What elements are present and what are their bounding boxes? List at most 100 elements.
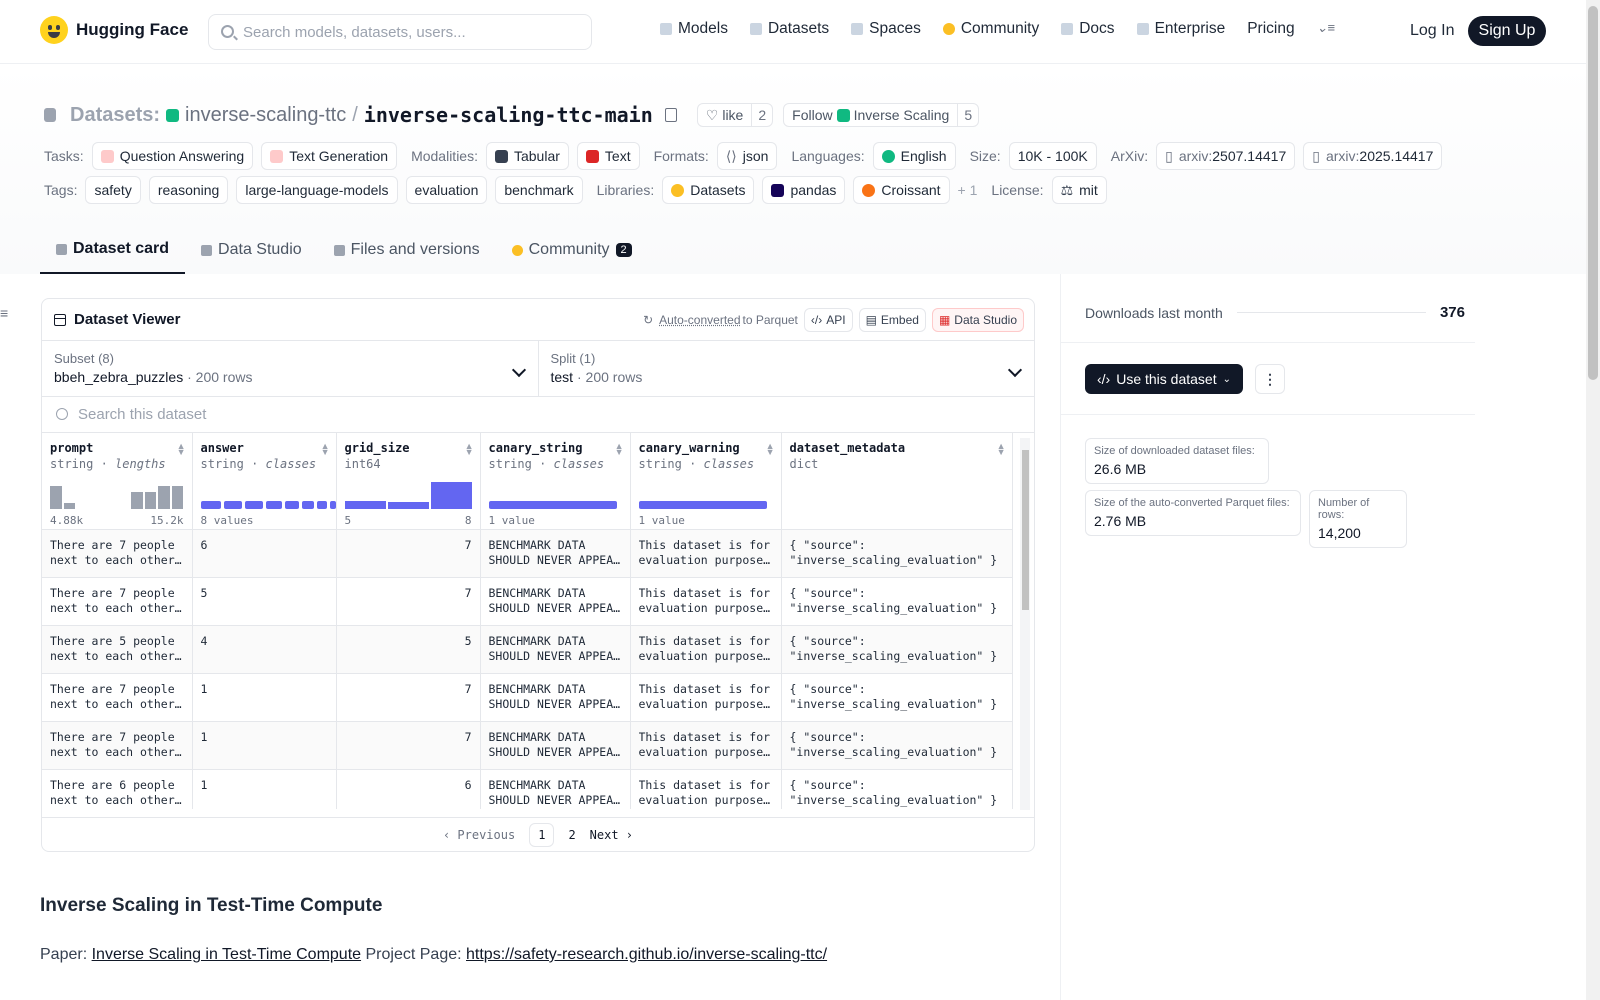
table-row[interactable]: There are 7 people next to each other in… [42, 673, 1013, 722]
tab-community[interactable]: Community 2 [496, 226, 648, 274]
table-cell[interactable]: 7 [336, 577, 481, 626]
more-options-button[interactable]: ⋮ [1255, 364, 1285, 394]
table-cell[interactable]: There are 7 people next to each other in… [42, 721, 193, 770]
task-tag[interactable]: Question Answering [91, 142, 254, 170]
global-search-input[interactable]: Search models, datasets, users... [208, 14, 592, 50]
table-cell[interactable]: BENCHMARK DATA SHOULD NEVER APPEAR IN TR… [480, 721, 631, 770]
library-tag[interactable]: pandas [762, 176, 846, 204]
table-row[interactable]: There are 7 people next to each other in… [42, 577, 1013, 626]
table-cell[interactable]: { "source": "inverse_scaling_evaluation"… [781, 769, 1013, 809]
table-cell[interactable]: 4 [192, 625, 337, 674]
column-header-answer[interactable]: answer string · classes ▲ ▼ 8 values [192, 433, 337, 530]
table-cell[interactable]: 6 [336, 769, 481, 809]
tag-chip[interactable]: large-language-models [236, 176, 398, 204]
auto-converted-link[interactable]: Auto-converted [659, 313, 740, 327]
dataset-search-input[interactable]: Search this dataset [42, 397, 1034, 433]
arxiv-tag[interactable]: ▯ arxiv: 2025.14417 [1303, 142, 1443, 170]
sort-icon[interactable]: ▲ ▼ [465, 442, 474, 457]
tab-files-and-versions[interactable]: Files and versions [318, 226, 496, 274]
table-cell[interactable]: There are 5 people next to each other in… [42, 625, 193, 674]
page-scrollbar-thumb[interactable] [1588, 6, 1598, 380]
login-link[interactable]: Log In [1410, 22, 1454, 40]
page-1-button[interactable]: 1 [529, 822, 555, 847]
table-cell[interactable]: { "source": "inverse_scaling_evaluation"… [781, 529, 1013, 578]
table-cell[interactable]: BENCHMARK DATA SHOULD NEVER APPEAR IN TR… [480, 673, 631, 722]
next-page-button[interactable]: Next › [590, 828, 633, 842]
table-cell[interactable]: 7 [336, 721, 481, 770]
table-cell[interactable]: There are 7 people next to each other in… [42, 529, 193, 578]
nav-models[interactable]: Models [660, 20, 728, 38]
column-header-canary-string[interactable]: canary_string string · classes ▲ ▼ 1 valu… [480, 433, 631, 530]
table-cell[interactable]: BENCHMARK DATA SHOULD NEVER APPEAR IN TR… [480, 769, 631, 809]
table-cell[interactable]: 7 [336, 529, 481, 578]
task-tag[interactable]: Text Generation [261, 142, 398, 170]
tag-chip[interactable]: benchmark [495, 176, 583, 204]
previous-page-button[interactable]: ‹ Previous [443, 828, 515, 842]
table-cell[interactable]: There are 7 people next to each other in… [42, 673, 193, 722]
table-cell[interactable]: This dataset is for evaluation purposes … [630, 577, 782, 626]
table-cell[interactable]: BENCHMARK DATA SHOULD NEVER APPEAR IN TR… [480, 529, 631, 578]
nav-more-menu[interactable] [1317, 20, 1337, 36]
library-tag[interactable]: Croissant [853, 176, 950, 204]
table-cell[interactable]: This dataset is for evaluation purposes … [630, 673, 782, 722]
sort-icon[interactable]: ▲ ▼ [321, 442, 330, 457]
split-select[interactable]: Split (1) test · 200 rows [537, 341, 1035, 396]
modality-tag[interactable]: Text [576, 142, 640, 170]
paper-link[interactable]: Inverse Scaling in Test-Time Compute [92, 946, 361, 963]
nav-spaces[interactable]: Spaces [851, 20, 921, 38]
page-2-button[interactable]: 2 [568, 828, 575, 842]
table-row[interactable]: There are 7 people next to each other in… [42, 721, 1013, 770]
sort-icon[interactable]: ▲ ▼ [997, 442, 1006, 457]
nav-community[interactable]: Community [942, 20, 1039, 38]
format-tag[interactable]: ⟨⟩ json [716, 142, 778, 170]
table-cell[interactable]: { "source": "inverse_scaling_evaluation"… [781, 625, 1013, 674]
nav-docs[interactable]: Docs [1061, 20, 1115, 38]
api-button[interactable]: ‹/› API [803, 308, 853, 332]
table-cell[interactable]: This dataset is for evaluation purposes … [630, 721, 782, 770]
brand-logo[interactable]: Hugging Face [40, 16, 188, 44]
tag-chip[interactable]: evaluation [405, 176, 488, 204]
table-cell[interactable]: 5 [336, 625, 481, 674]
table-cell[interactable]: { "source": "inverse_scaling_evaluation"… [781, 721, 1013, 770]
tag-chip[interactable]: safety [85, 176, 141, 204]
arxiv-tag[interactable]: ▯ arxiv: 2507.14417 [1156, 142, 1296, 170]
embed-button[interactable]: ▤ Embed [858, 308, 926, 332]
table-cell[interactable]: This dataset is for evaluation purposes … [630, 529, 782, 578]
table-cell[interactable]: { "source": "inverse_scaling_evaluation"… [781, 673, 1013, 722]
table-cell[interactable]: 5 [192, 577, 337, 626]
column-header-grid-size[interactable]: grid_size int64 ▲ ▼ 5 8 [336, 433, 481, 530]
table-cell[interactable]: This dataset is for evaluation purposes … [630, 769, 782, 809]
column-header-canary-warning[interactable]: canary_warning string · classes ▲ ▼ 1 val… [630, 433, 782, 530]
copy-icon[interactable] [664, 108, 677, 122]
table-cell[interactable]: 6 [192, 529, 337, 578]
modality-tag[interactable]: Tabular [485, 142, 569, 170]
license-tag[interactable]: ⚖ mit [1051, 176, 1107, 204]
tab-dataset-card[interactable]: Dataset card [40, 226, 186, 274]
like-button[interactable]: ♡ like 2 [696, 103, 774, 127]
tab-data-studio[interactable]: Data Studio [185, 226, 318, 274]
table-cell[interactable]: BENCHMARK DATA SHOULD NEVER APPEAR IN TR… [480, 625, 631, 674]
project-link[interactable]: https://safety-research.github.io/invers… [466, 946, 827, 963]
table-cell[interactable]: { "source": "inverse_scaling_evaluation"… [781, 577, 1013, 626]
nav-datasets[interactable]: Datasets [749, 20, 829, 38]
table-row[interactable]: There are 7 people next to each other in… [42, 529, 1013, 578]
subset-select[interactable]: Subset (8) bbeh_zebra_puzzles · 200 rows [42, 341, 538, 396]
table-row[interactable]: There are 5 people next to each other in… [42, 625, 1013, 674]
column-header-prompt[interactable]: prompt string · lengths ▲ ▼ 4.88k 15.2k [42, 433, 193, 530]
libraries-more[interactable]: + 1 [958, 182, 978, 198]
language-tag[interactable]: English [872, 142, 956, 170]
column-header-dataset-metadata[interactable]: dataset_metadata dict ▲ ▼ [781, 433, 1013, 530]
data-studio-button[interactable]: ▦ Data Studio [931, 308, 1024, 332]
tag-chip[interactable]: reasoning [148, 176, 229, 204]
table-cell[interactable]: 7 [336, 673, 481, 722]
table-scrollbar[interactable] [1020, 438, 1030, 810]
table-cell[interactable]: There are 6 people next to each other in… [42, 769, 193, 809]
follow-button[interactable]: Follow Inverse Scaling 5 [783, 103, 980, 127]
sort-icon[interactable]: ▲ ▼ [615, 442, 624, 457]
table-cell[interactable]: 1 [192, 769, 337, 809]
size-tag[interactable]: 10K - 100K [1008, 142, 1097, 170]
sidebar-toggle-icon[interactable]: ≡ [0, 305, 8, 321]
signup-button[interactable]: Sign Up [1468, 16, 1546, 46]
table-cell[interactable]: This dataset is for evaluation purposes … [630, 625, 782, 674]
table-cell[interactable]: 1 [192, 721, 337, 770]
